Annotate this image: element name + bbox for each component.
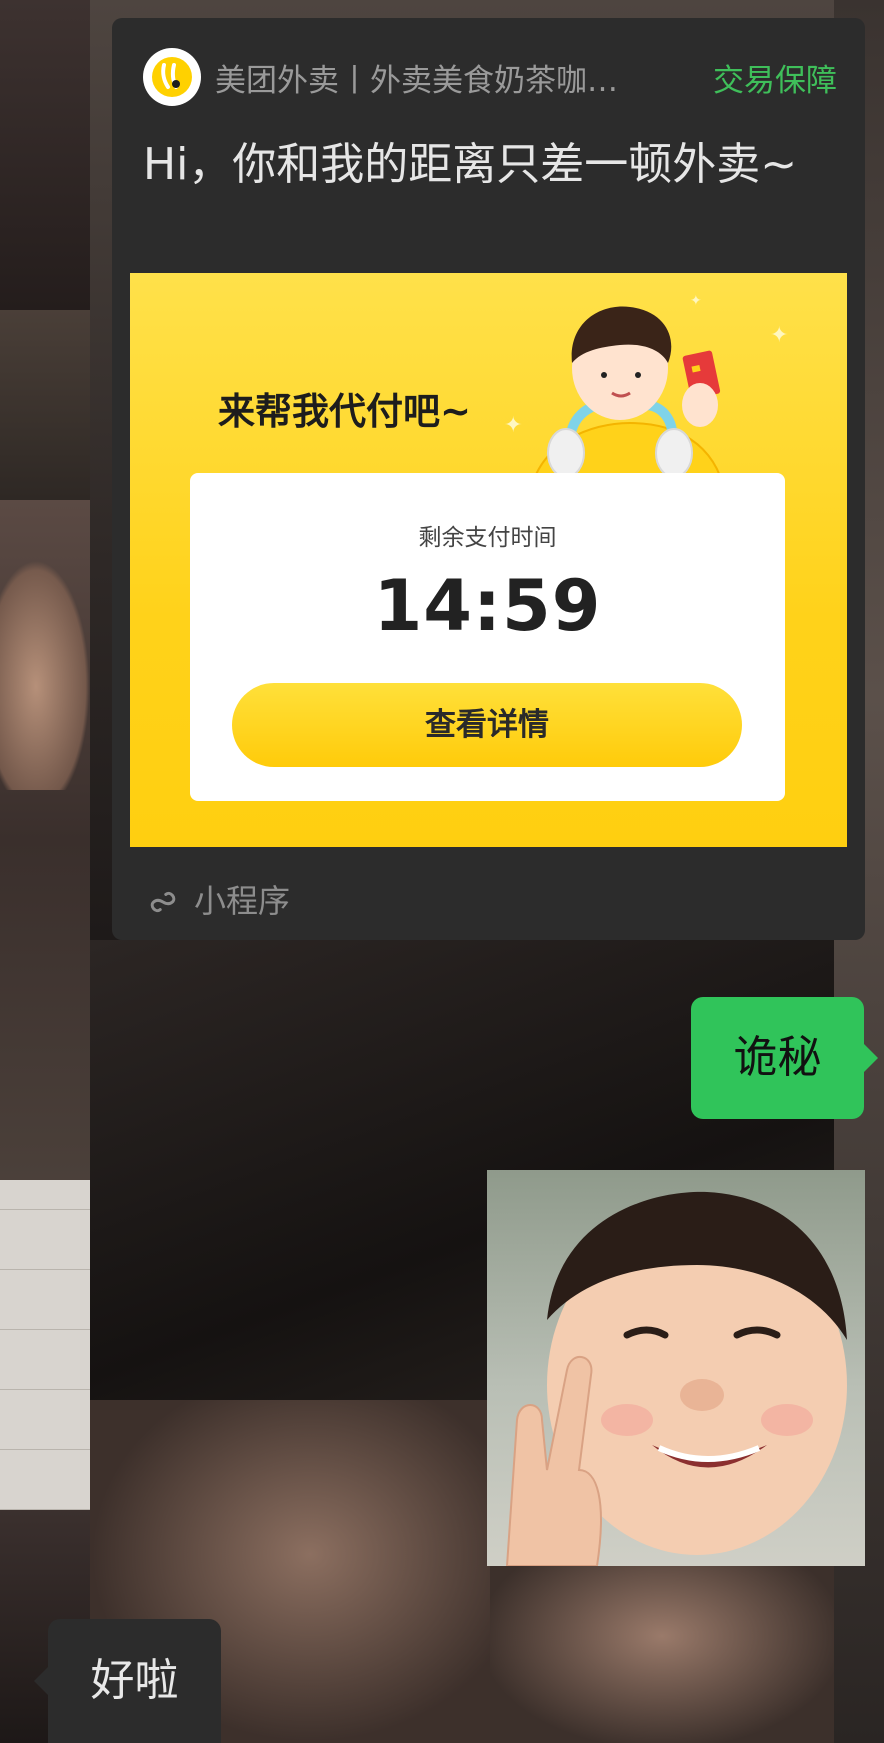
sent-message-bubble[interactable]: 诡秘 [691,997,878,1119]
card-message: Hi，你和我的距离只差一顿外卖~ [143,139,798,190]
banner-title: 来帮我代付吧~ [218,390,472,433]
card-banner[interactable]: ✦ ✦ ✦ 来帮我代付吧~ 剩余支付时间 14:59 查看详情 [130,273,847,847]
meituan-logo-icon [143,48,201,106]
sparkle-icon: ✦ [770,323,789,348]
background-photo [0,310,90,500]
remaining-time-label: 剩余支付时间 [418,525,557,551]
background-photo [0,1180,90,1510]
view-details-button[interactable]: 查看详情 [232,683,742,767]
sticker-image[interactable] [487,1170,865,1566]
mini-program-card[interactable]: 美团外卖丨外卖美食奶茶咖… 交易保障 Hi，你和我的距离只差一顿外卖~ ✦ ✦ … [112,18,865,940]
background-photo [0,0,90,310]
countdown-timer: 14:59 [373,565,602,647]
received-message-bubble[interactable]: 好啦 [34,1619,221,1743]
background-face [0,560,90,790]
card-footer: 小程序 [146,876,290,922]
background-photo [490,1565,834,1743]
payment-panel: 剩余支付时间 14:59 查看详情 [190,473,785,801]
mini-program-icon [150,891,176,913]
child-peace-sign-image [505,1191,847,1566]
mascot-illustration [528,306,727,493]
mini-program-label: 小程序 [194,882,291,920]
card-header: 美团外卖丨外卖美食奶茶咖… 交易保障 [143,48,837,106]
app-name: 美团外卖丨外卖美食奶茶咖… [215,62,618,99]
guarantee-label[interactable]: 交易保障 [713,55,837,100]
